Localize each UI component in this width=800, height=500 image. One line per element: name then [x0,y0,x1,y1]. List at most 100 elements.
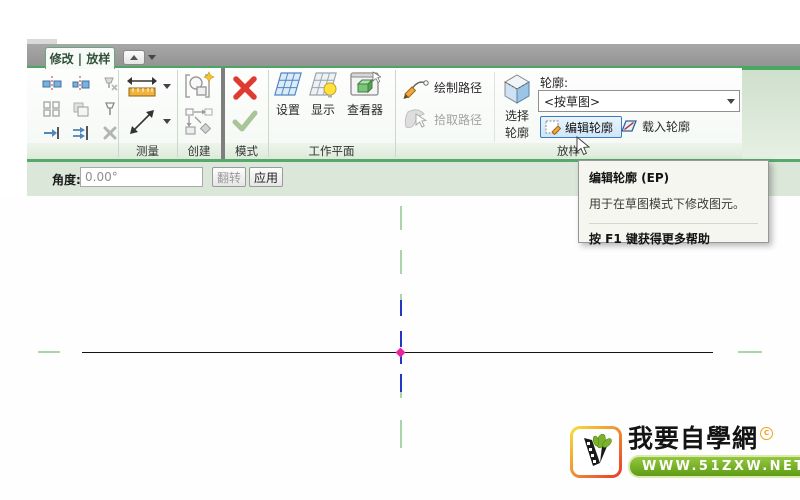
panel-label-measure: 测量 [136,144,159,158]
reference-plane-v-segment[interactable] [400,250,402,274]
angle-input[interactable] [80,167,203,187]
combobox-dropdown-icon[interactable] [723,98,739,104]
sketch-path-icon [403,80,429,99]
finish-sketch-button[interactable] [231,108,259,134]
ribbon-filler [742,68,800,159]
array-button[interactable] [40,99,64,119]
cancel-sketch-button[interactable] [228,72,262,104]
angle-label: 角度: [52,173,81,187]
apply-button-label: 应用 [253,170,278,185]
move-button[interactable] [40,123,64,143]
tooltip: 编辑轮廓 (EP) 用于在草图模式下修改图元。 按 F1 键获得更多帮助 [578,160,769,246]
tab-label: 修改 | 放样 [49,52,111,66]
watermark: 我要自學網 C WWW.51ZXW.NET [570,426,800,478]
tooltip-title: 编辑轮廓 (EP) [589,171,670,185]
workplane-show-icon [309,72,337,98]
measure-dropdown-icon[interactable] [163,84,171,89]
offset-icon [72,76,90,92]
edit-profile-icon [545,120,562,135]
centerline-segment[interactable] [400,374,402,392]
create-similar-button[interactable] [182,106,216,138]
workplane-show-label: 显示 [310,103,335,117]
sketch-path-button[interactable]: 绘制路径 [402,74,492,100]
reference-plane-v-segment[interactable] [400,392,402,398]
tooltip-description: 用于在草图模式下修改图元。 [589,197,746,211]
apply-button[interactable]: 应用 [249,167,283,187]
group-separator [494,72,495,142]
create-group-icon [185,71,215,98]
copy-icon [73,126,88,140]
pin-button[interactable] [98,99,122,119]
edit-profile-label: 编辑轮廓 [565,120,614,135]
offset-button[interactable] [69,74,93,94]
copyright-badge: C [760,427,774,440]
flip-button[interactable]: 翻转 [212,167,246,187]
measure-diagonal-icon [130,110,154,134]
viewer-label: 查看器 [346,103,383,117]
tab-modify-sweep[interactable]: 修改 | 放样 [45,47,115,69]
watermark-site-url: WWW.51ZXW.NET [628,455,800,478]
delete-x-icon [103,126,117,140]
reference-plane-v-segment[interactable] [400,420,402,448]
measure-between-button[interactable] [122,105,162,139]
tooltip-divider [589,223,758,224]
profile-label: 轮廓: [540,76,569,90]
centerline-segment[interactable] [400,300,402,316]
create-group-button[interactable] [181,70,217,104]
delete-button[interactable] [98,123,122,143]
load-profile-icon [621,120,637,132]
minimize-arrow-icon [130,55,138,60]
select-profile-label-1: 选择 [504,109,529,123]
flip-button-label: 翻转 [216,170,241,185]
align-icon [42,76,62,92]
panel-label-mode: 模式 [235,144,258,158]
mouse-cursor-icon [576,136,591,156]
workplane-set-icon [274,72,302,96]
reference-plane-h-end[interactable] [38,351,60,353]
panel-label-sweep: 放样 [557,144,580,158]
profile-combobox[interactable]: <按草图> [538,90,740,112]
pick-path-icon [404,109,428,128]
load-profile-button[interactable]: 载入轮廓 [620,116,706,136]
workplane-set-label: 设置 [275,103,300,117]
workplane-set-button[interactable]: 设置 [271,70,305,126]
watermark-site-name: 我要自學網 [628,424,759,453]
measure-button[interactable] [122,73,162,101]
create-similar-icon [185,108,213,135]
unpin-button[interactable] [98,74,122,94]
workplane-show-button[interactable]: 显示 [306,70,340,126]
select-profile-label-2: 轮廓 [504,126,529,140]
measure-between-dropdown-icon[interactable] [163,119,171,124]
load-profile-label: 载入轮廓 [642,119,691,134]
profile-combobox-value: <按草图> [544,94,601,109]
ribbon-minimize-button[interactable] [123,50,145,65]
panel-label-create: 创建 [187,144,211,158]
ribbon-minimize-dropdown-icon[interactable] [148,55,156,60]
tooltip-help-hint: 按 F1 键获得更多帮助 [589,232,710,246]
align-button[interactable] [40,74,64,94]
sketch-path-label: 绘制路径 [434,80,483,95]
pick-path-label: 拾取路径 [434,112,483,127]
array-icon [43,101,60,117]
measure-icon [127,77,157,97]
viewer-button[interactable]: 查看器 [341,70,389,126]
watermark-logo-icon [570,426,622,478]
select-profile-button[interactable]: 选择 轮廓 [498,70,536,142]
cancel-x-icon [233,76,257,100]
pick-path-button[interactable]: 拾取路径 [402,106,492,132]
scale-icon [73,102,89,117]
select-profile-icon [504,74,530,104]
move-icon [44,127,59,139]
centerline-segment[interactable] [400,331,402,347]
pin-icon [105,102,115,115]
finish-check-icon [232,110,258,132]
app-window: 修改 | 放样 设置 显示 查看器 绘制路径 拾取路径 选择 轮廓 轮廓: <按… [0,0,800,500]
reference-plane-v-segment[interactable] [400,206,402,230]
unpin-icon [104,77,118,91]
scale-button[interactable] [69,99,93,119]
reference-plane-h-end[interactable] [738,351,762,353]
panel-label-workplane: 工作平面 [308,144,355,158]
viewer-icon [350,71,381,96]
copy-button[interactable] [69,123,93,143]
edit-profile-button[interactable]: 编辑轮廓 [540,116,622,138]
